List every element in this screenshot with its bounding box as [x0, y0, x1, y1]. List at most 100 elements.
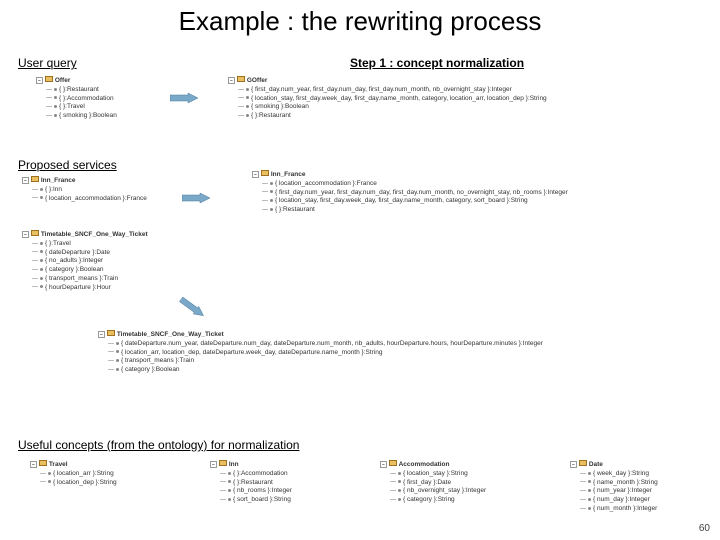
tree-header: − GOffer — [228, 76, 547, 86]
tree-item: { location_arr, location_dep, dateDepart… — [98, 349, 543, 358]
folder-icon — [39, 460, 47, 466]
tree-item-text: { category }:Boolean — [121, 366, 180, 373]
tree-item-text: { first_day.num_year, first_day.num_day,… — [251, 86, 512, 93]
tree-item: { }:Restaurant — [228, 112, 547, 121]
tree-header: − Offer — [36, 76, 117, 86]
tree-accommodation: − Accommodation { location_stay }:String… — [380, 460, 486, 505]
folder-icon — [45, 76, 53, 82]
tree-header-text: Timetable_SNCF_One_Way_Ticket — [41, 231, 148, 238]
folder-icon — [579, 460, 587, 466]
tree-item: { smoking }:Boolean — [36, 112, 117, 121]
tree-date: − Date { week_day }:String { name_month … — [570, 460, 658, 514]
tree-item-text: { first_day.num_year, first_day.num_day,… — [275, 189, 568, 196]
tree-item-text: { smoking }:Boolean — [59, 112, 117, 119]
tree-item-text: { transport_means }:Train — [45, 275, 118, 282]
tree-header: − Inn_France — [252, 170, 568, 180]
tree-item-text: { location_arr, location_dep, dateDepart… — [121, 349, 383, 356]
tree-item-text: { week_day }:String — [593, 470, 649, 477]
tree-header-text: Inn — [229, 461, 239, 468]
tree-item: { }:Travel — [36, 103, 117, 112]
label-proposed-services: Proposed services — [18, 158, 117, 172]
tree-item-text: { hourDeparture }:Hour — [45, 284, 111, 291]
tree-inn-france-left: − Inn_France { }:Inn { location_accommod… — [22, 176, 147, 203]
tree-inn: − Inn { }:Accommodation { }:Restaurant {… — [210, 460, 292, 505]
tree-item: { dateDeparture.num_year, dateDeparture.… — [98, 340, 543, 349]
tree-item-text: { location_stay }:String — [403, 470, 468, 477]
label-user-query: User query — [18, 56, 77, 70]
tree-item-text: { location_accommodation }:France — [275, 180, 377, 187]
folder-icon — [107, 330, 115, 336]
tree-item-text: { category }:String — [403, 496, 455, 503]
tree-item-text: { location_stay, first_day.week_day, fir… — [251, 95, 547, 102]
tree-item-text: { sort_board }:String — [233, 496, 291, 503]
tree-item-text: { nb_overnight_stay }:Integer — [403, 487, 486, 494]
tree-user-query: − Offer { }:Restaurant { }:Accommodation… — [36, 76, 117, 121]
tree-header: − Accommodation — [380, 460, 486, 470]
tree-item: { no_adults }:Integer — [22, 257, 148, 266]
tree-item-text: { location_arr }:String — [53, 470, 114, 477]
tree-item-text: { name_month }:String — [593, 479, 658, 486]
tree-goffer: − GOffer { first_day.num_year, first_day… — [228, 76, 547, 121]
page-number: 60 — [699, 523, 710, 534]
tree-item-text: { location_stay, first_day.week_day, fir… — [275, 197, 528, 204]
tree-item-text: { }:Accommodation — [59, 95, 114, 102]
tree-header-text: Timetable_SNCF_One_Way_Ticket — [117, 331, 224, 338]
tree-item-text: { location_dep }:String — [53, 479, 117, 486]
tree-item: { num_year }:Integer — [570, 487, 658, 496]
slide-title: Example : the rewriting process — [0, 0, 720, 37]
tree-item-text: { location_accommodation }:France — [45, 195, 147, 202]
tree-header: − Inn — [210, 460, 292, 470]
tree-header: − Date — [570, 460, 658, 470]
tree-item: { smoking }:Boolean — [228, 103, 547, 112]
tree-item-text: { }:Travel — [45, 240, 71, 247]
tree-item-text: { }:Travel — [59, 103, 85, 110]
tree-item: { hourDeparture }:Hour — [22, 284, 148, 293]
tree-item-text: { num_year }:Integer — [593, 487, 652, 494]
tree-item-text: { }:Restaurant — [251, 112, 291, 119]
tree-header: − Inn_France — [22, 176, 147, 186]
arrow-icon — [180, 293, 209, 318]
tree-item: { week_day }:String — [570, 470, 658, 479]
tree-item: { location_stay, first_day.week_day, fir… — [252, 197, 568, 206]
tree-header-text: GOffer — [247, 77, 268, 84]
arrow-icon — [170, 90, 198, 100]
tree-item: { }:Restaurant — [36, 86, 117, 95]
tree-item: { dateDeparture }:Date — [22, 249, 148, 258]
arrow-icon — [182, 190, 210, 200]
tree-item-text: { dateDeparture.num_year, dateDeparture.… — [121, 340, 543, 347]
label-step1: Step 1 : concept normalization — [350, 56, 524, 70]
folder-icon — [219, 460, 227, 466]
tree-item: { }:Restaurant — [252, 206, 568, 215]
tree-item: { first_day }:Date — [380, 479, 486, 488]
tree-item: { location_dep }:String — [30, 479, 117, 488]
tree-header: − Timetable_SNCF_One_Way_Ticket — [22, 230, 148, 240]
tree-item: { }:Accommodation — [210, 470, 292, 479]
tree-item: { num_day }:Integer — [570, 496, 658, 505]
tree-item: { transport_means }:Train — [22, 275, 148, 284]
tree-item: { num_month }:Integer — [570, 505, 658, 514]
tree-item: { }:Accommodation — [36, 95, 117, 104]
tree-timetable-top: − Timetable_SNCF_One_Way_Ticket { }:Trav… — [22, 230, 148, 292]
folder-icon — [237, 76, 245, 82]
tree-item-text: { }:Restaurant — [59, 86, 99, 93]
tree-item: { location_stay, first_day.week_day, fir… — [228, 95, 547, 104]
tree-item: { category }:Boolean — [22, 266, 148, 275]
tree-item: { }:Restaurant — [210, 479, 292, 488]
tree-item-text: { num_month }:Integer — [593, 505, 657, 512]
folder-icon — [31, 176, 39, 182]
tree-travel: − Travel { location_arr }:String { locat… — [30, 460, 117, 487]
tree-item: { }:Travel — [22, 240, 148, 249]
tree-inn-france-right: − Inn_France { location_accommodation }:… — [252, 170, 568, 215]
tree-item: { first_day.num_year, first_day.num_day,… — [252, 189, 568, 198]
tree-item: { location_stay }:String — [380, 470, 486, 479]
tree-item: { first_day.num_year, first_day.num_day,… — [228, 86, 547, 95]
tree-item-text: { transport_means }:Train — [121, 357, 194, 364]
tree-item-text: { }:Restaurant — [275, 206, 315, 213]
tree-item-text: { }:Restaurant — [233, 479, 273, 486]
tree-header-text: Date — [589, 461, 603, 468]
tree-item: { location_arr }:String — [30, 470, 117, 479]
tree-item-text: { num_day }:Integer — [593, 496, 650, 503]
tree-item: { nb_rooms }:Integer — [210, 487, 292, 496]
tree-timetable-bot: − Timetable_SNCF_One_Way_Ticket { dateDe… — [98, 330, 543, 375]
tree-item: { name_month }:String — [570, 479, 658, 488]
